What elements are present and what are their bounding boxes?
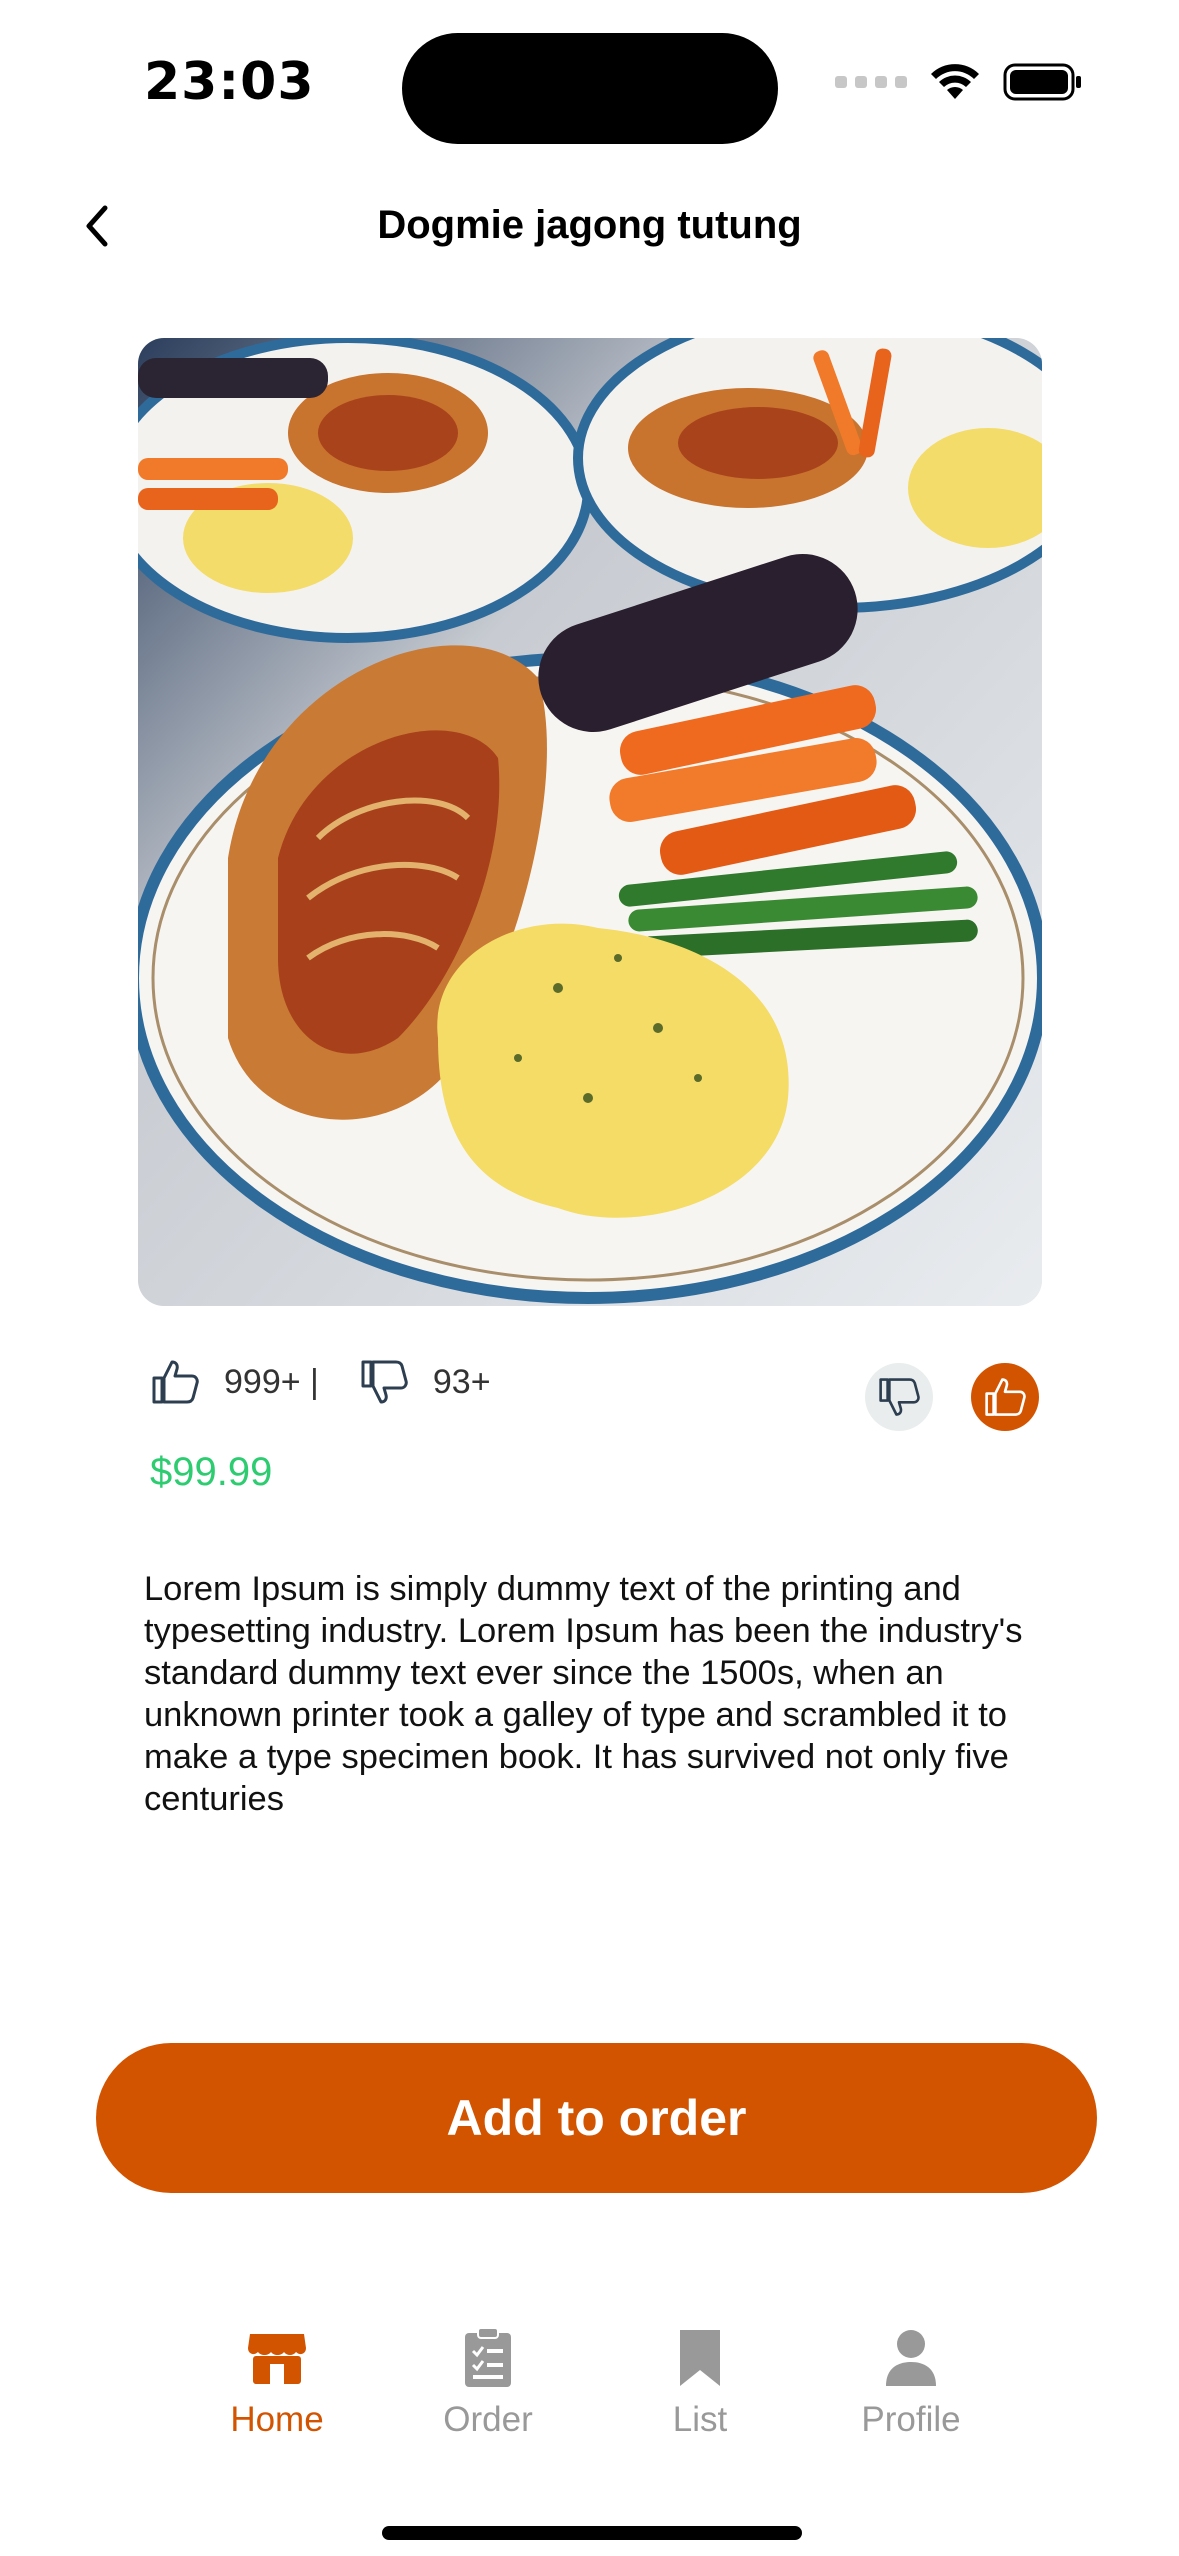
- product-detail-screen: 23:03 Dogmie jagong tutung 999+ | 93+ $9…: [0, 0, 1179, 2556]
- thumbs-down-icon: [879, 1378, 920, 1416]
- dynamic-island: [402, 33, 778, 144]
- reaction-buttons: [865, 1363, 1039, 1431]
- product-price: $99.99: [150, 1450, 273, 1494]
- nav-label-order: Order: [443, 2400, 533, 2439]
- nav-label-profile: Profile: [861, 2400, 961, 2439]
- rating-summary: 999+ | 93+: [148, 1355, 529, 1409]
- nav-item-home[interactable]: Home: [177, 2326, 377, 2440]
- bottom-navigation: Home Order List Profile: [0, 2326, 1179, 2456]
- page-title: Dogmie jagong tutung: [377, 203, 802, 247]
- food-image: [138, 338, 1042, 1306]
- dislike-button[interactable]: [865, 1363, 933, 1431]
- nav-label-home: Home: [230, 2400, 324, 2439]
- add-to-order-button[interactable]: Add to order: [96, 2043, 1097, 2193]
- dislikes-count: 93+: [432, 1362, 491, 1401]
- cellular-signal-icon: [835, 76, 907, 88]
- product-description: Lorem Ipsum is simply dummy text of the …: [144, 1570, 1023, 1818]
- wifi-icon: [931, 64, 979, 99]
- nav-label-list: List: [672, 2400, 728, 2439]
- nav-item-list[interactable]: List: [600, 2326, 800, 2440]
- battery-icon: [1003, 63, 1081, 101]
- like-button[interactable]: [971, 1363, 1039, 1431]
- status-time: 23:03: [144, 52, 315, 112]
- person-icon: [879, 2326, 943, 2390]
- home-indicator: [382, 2526, 802, 2540]
- store-icon: [245, 2326, 309, 2390]
- thumbs-down-icon: [357, 1355, 411, 1409]
- status-icons: [835, 62, 1083, 102]
- bookmark-icon: [668, 2326, 732, 2390]
- thumbs-up-icon: [985, 1378, 1026, 1416]
- likes-count: 999+ |: [224, 1362, 319, 1401]
- nav-item-order[interactable]: Order: [388, 2326, 588, 2440]
- nav-item-profile[interactable]: Profile: [811, 2326, 1011, 2440]
- thumbs-up-icon: [148, 1355, 202, 1409]
- clipboard-icon: [456, 2326, 520, 2390]
